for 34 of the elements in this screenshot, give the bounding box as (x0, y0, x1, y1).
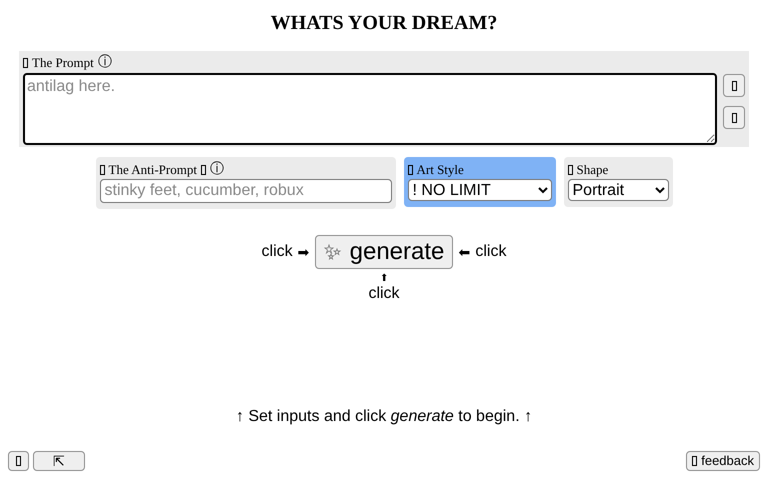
field-label: Art Style (416, 160, 464, 179)
info-icon: ⓘ (98, 56, 112, 70)
missing-glyph-icon (200, 164, 206, 174)
missing-glyph-icon (23, 58, 28, 68)
missing-glyph-icon (16, 456, 21, 466)
anti-prompt-field[interactable]: stinky feet, cucumber, robux (100, 179, 392, 203)
up-arrow-icon: ⬆ (380, 273, 388, 285)
field-label: The Prompt (32, 54, 94, 72)
missing-glyph-icon (408, 164, 412, 174)
art-style-select[interactable]: ! NO LIMIT (408, 179, 552, 201)
field-label: The Anti-Prompt (108, 160, 197, 179)
field-label: Shape (576, 160, 608, 179)
corner-button[interactable]: ⇱ (33, 451, 85, 471)
info-icon: ⓘ (210, 162, 224, 176)
footer-button[interactable] (8, 451, 29, 471)
status-message: ↑ Set inputs and click generate to begin. ↑ (234, 407, 534, 427)
missing-glyph-icon (692, 456, 698, 466)
missing-glyph-icon (100, 164, 104, 174)
hint-text: click (368, 285, 400, 303)
generate-button[interactable]: generate (314, 235, 454, 269)
missing-glyph-icon (732, 80, 736, 90)
left-arrow-icon: ⬅ (458, 242, 470, 262)
hint-text: click (262, 242, 293, 262)
hint-text: click (475, 242, 506, 262)
feedback-button[interactable]: feedback (686, 451, 760, 471)
side-button[interactable] (723, 106, 745, 129)
side-button[interactable] (723, 74, 745, 97)
right-arrow-icon: ➡ (298, 242, 310, 262)
prompt-field[interactable]: antilag here. (23, 73, 717, 145)
page-title: WHATS YOUR DREAM? (270, 11, 498, 35)
missing-glyph-icon (568, 164, 572, 174)
shape-select[interactable]: Portrait (568, 179, 668, 201)
stars-icon (324, 244, 342, 260)
missing-glyph-icon (732, 112, 736, 122)
